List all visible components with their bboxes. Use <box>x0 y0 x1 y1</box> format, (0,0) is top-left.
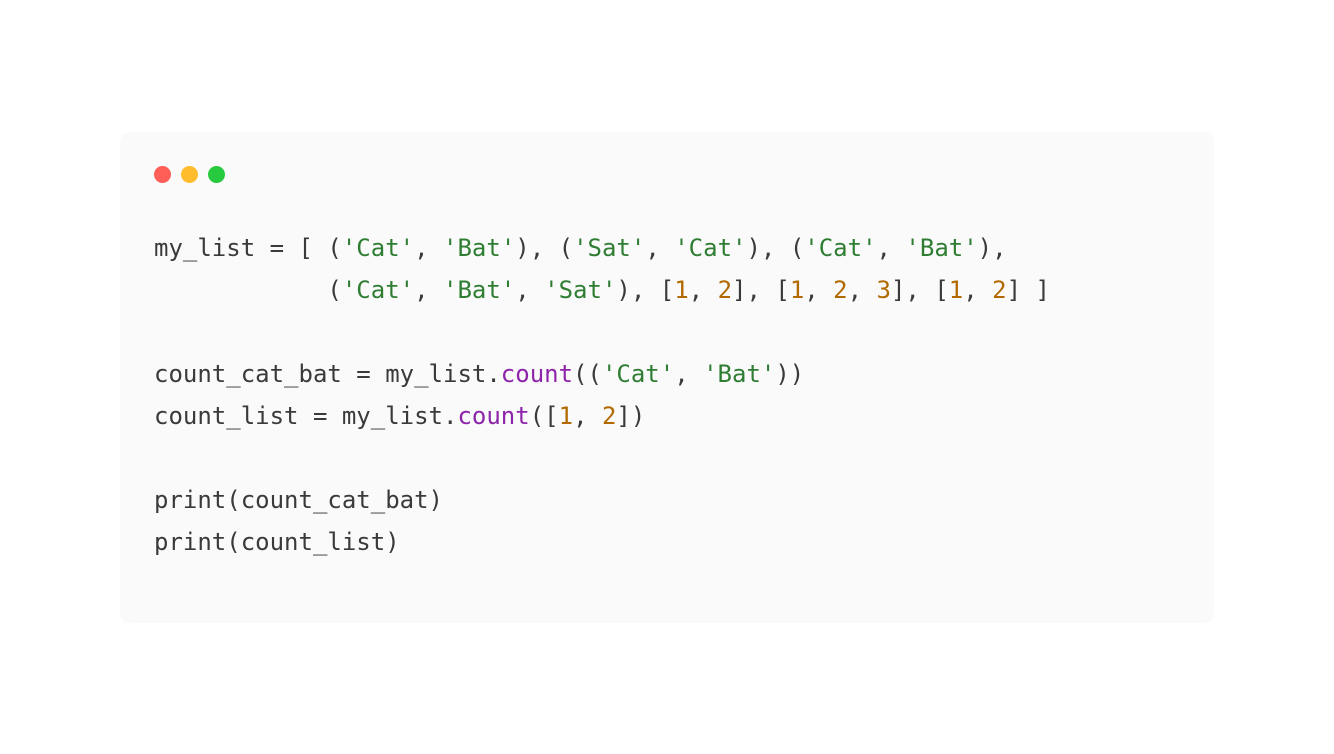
code-token-num: 1 <box>790 276 804 304</box>
code-token-punct: ], [ <box>891 276 949 304</box>
code-token-punct: ), [ <box>616 276 674 304</box>
code-token-punct: ), <box>978 234 1007 262</box>
code-token-punct: ([ <box>530 402 559 430</box>
code-token-ident: count_cat_bat <box>154 360 342 388</box>
code-token-method: count <box>501 360 573 388</box>
code-token-ws <box>299 402 313 430</box>
code-token-punct: , <box>573 402 602 430</box>
code-token-op: = <box>313 402 327 430</box>
code-token-num: 2 <box>992 276 1006 304</box>
code-token-ws <box>255 234 269 262</box>
code-token-punct: , <box>645 234 674 262</box>
code-token-punct: ( <box>154 276 342 304</box>
code-token-method: count <box>457 402 529 430</box>
code-token-punct: )) <box>775 360 804 388</box>
code-token-ident: my_list. <box>327 402 457 430</box>
code-token-ident: my_list <box>154 234 255 262</box>
code-token-punct: (count_list) <box>226 528 399 556</box>
code-token-str: 'Sat' <box>544 276 616 304</box>
code-token-punct: , <box>414 276 443 304</box>
code-token-punct: , <box>877 234 906 262</box>
code-token-punct: ), ( <box>515 234 573 262</box>
code-token-str: 'Bat' <box>443 276 515 304</box>
code-token-str: 'Sat' <box>573 234 645 262</box>
window-traffic-lights <box>154 166 1180 183</box>
code-token-str: 'Bat' <box>703 360 775 388</box>
code-token-punct: (count_cat_bat) <box>226 486 443 514</box>
maximize-icon <box>208 166 225 183</box>
code-token-ident: my_list. <box>371 360 501 388</box>
code-token-str: 'Bat' <box>905 234 977 262</box>
code-token-str: 'Cat' <box>674 234 746 262</box>
code-token-str: 'Bat' <box>443 234 515 262</box>
code-token-punct: , <box>848 276 877 304</box>
code-token-ws <box>342 360 356 388</box>
code-token-op: = <box>270 234 284 262</box>
code-window: my_list = [ ('Cat', 'Bat'), ('Sat', 'Cat… <box>120 132 1214 623</box>
code-token-punct: , <box>674 360 703 388</box>
code-token-punct: (( <box>573 360 602 388</box>
code-token-str: 'Cat' <box>804 234 876 262</box>
code-token-punct: , <box>804 276 833 304</box>
code-token-punct: [ ( <box>284 234 342 262</box>
code-token-num: 3 <box>877 276 891 304</box>
code-token-str: 'Cat' <box>342 276 414 304</box>
code-token-punct: ], [ <box>732 276 790 304</box>
code-token-punct: , <box>963 276 992 304</box>
code-token-punct: ] ] <box>1007 276 1050 304</box>
code-token-punct: ]) <box>616 402 645 430</box>
code-token-num: 1 <box>559 402 573 430</box>
code-block: my_list = [ ('Cat', 'Bat'), ('Sat', 'Cat… <box>154 227 1180 563</box>
code-token-num: 2 <box>833 276 847 304</box>
code-token-num: 1 <box>949 276 963 304</box>
code-token-ident: count_list <box>154 402 299 430</box>
code-token-kw: print <box>154 486 226 514</box>
code-token-punct: , <box>689 276 718 304</box>
code-token-punct: , <box>515 276 544 304</box>
close-icon <box>154 166 171 183</box>
code-token-op: = <box>356 360 370 388</box>
code-token-num: 2 <box>602 402 616 430</box>
code-token-punct: , <box>414 234 443 262</box>
code-token-str: 'Cat' <box>342 234 414 262</box>
minimize-icon <box>181 166 198 183</box>
code-token-kw: print <box>154 528 226 556</box>
code-token-str: 'Cat' <box>602 360 674 388</box>
code-token-num: 1 <box>674 276 688 304</box>
code-token-num: 2 <box>718 276 732 304</box>
code-token-punct: ), ( <box>746 234 804 262</box>
